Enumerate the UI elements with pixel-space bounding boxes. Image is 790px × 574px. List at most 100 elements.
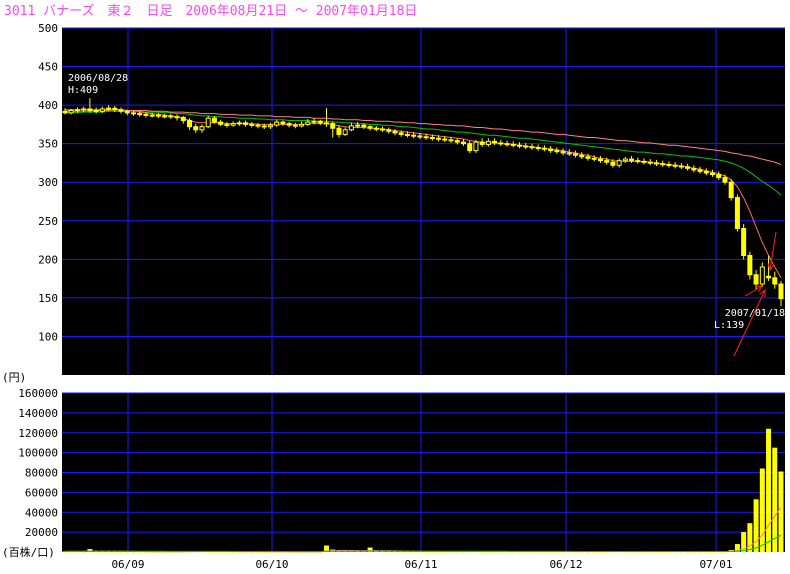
candle-body: [62, 110, 68, 114]
candle-body: [404, 133, 410, 136]
candle-body: [317, 120, 323, 124]
candle-body: [224, 123, 230, 126]
price-panel: 100 150 200 250 300 350 400 450 500 (円) 2006/08/28…: [2, 22, 785, 384]
volume-unit-label: (百株/口): [2, 545, 55, 559]
candle-body: [535, 147, 541, 150]
candle-body: [622, 158, 628, 162]
candle-body: [728, 181, 734, 199]
candle-body: [778, 283, 784, 300]
chart-title: 3011 バナーズ 東２ 日足 2006年08月21日 ～ 2007年01月18…: [4, 3, 417, 19]
candle-body: [81, 108, 87, 111]
volume-bar: [747, 523, 753, 552]
candle-body: [467, 143, 473, 152]
candle-body: [174, 116, 180, 119]
candle-body: [99, 108, 105, 112]
candle-body: [155, 114, 161, 117]
volume-bar: [766, 428, 772, 552]
candle-body: [280, 121, 286, 125]
candle-body: [143, 113, 149, 116]
candle-body: [286, 123, 292, 126]
candle-body: [716, 174, 722, 179]
candle-body: [230, 123, 236, 126]
candle-body: [554, 150, 560, 153]
candle-body: [660, 163, 666, 166]
candle-body: [361, 124, 367, 128]
candle-body: [112, 107, 118, 111]
candle-body: [149, 114, 155, 117]
volume-panel: 20000 40000 60000 80000 100000 120000 140000 16…: [2, 387, 785, 571]
candle-body: [261, 125, 267, 128]
volume-bar: [759, 468, 765, 552]
candle-body: [517, 144, 523, 147]
candle-body: [68, 110, 74, 114]
candle-body: [591, 157, 597, 160]
candle-body: [137, 113, 143, 116]
candle-body: [548, 148, 554, 152]
volume-tick-label: 40000: [25, 506, 58, 519]
price-tick-label: 400: [38, 99, 58, 112]
candle-body: [292, 124, 298, 127]
candle-body: [610, 161, 616, 166]
price-tick-label: 450: [38, 61, 58, 74]
candle-body: [236, 122, 242, 125]
candle-body: [417, 135, 423, 138]
high-date-annotation: 2006/08/28: [68, 73, 128, 84]
volume-tick-label: 120000: [18, 427, 58, 440]
candle-body: [741, 227, 747, 256]
candle-body: [342, 129, 348, 135]
x-tick-label: 06/10: [255, 558, 288, 571]
candle-body: [423, 136, 429, 139]
candle-body: [199, 126, 205, 131]
x-tick-label: 06/09: [111, 558, 144, 571]
candle-body: [93, 110, 99, 113]
chart-stage: 3011 バナーズ 東２ 日足 2006年08月21日 ～ 2007年01月18…: [0, 0, 790, 574]
candle-body: [504, 143, 510, 146]
candle-body: [498, 142, 504, 145]
candle-body: [205, 117, 211, 128]
candle-body: [355, 124, 361, 127]
candle-body: [130, 112, 136, 115]
candle-body: [255, 124, 261, 127]
candle-body: [753, 274, 759, 285]
candle-body: [759, 266, 765, 285]
price-tick-label: 300: [38, 176, 58, 189]
price-tick-label: 350: [38, 138, 58, 151]
candle-body: [635, 160, 641, 163]
candle-body: [305, 121, 311, 125]
stock-chart: 3011 バナーズ 東２ 日足 2006年08月21日 ～ 2007年01月18…: [2, 3, 785, 571]
price-tick-label: 250: [38, 215, 58, 228]
candle-body: [274, 121, 280, 126]
candle-body: [579, 154, 585, 158]
candle-body: [367, 126, 373, 129]
x-tick-label: 06/12: [549, 558, 582, 571]
candle-body: [573, 153, 579, 156]
volume-tick-label: 140000: [18, 407, 58, 420]
candle-body: [460, 141, 466, 145]
candle-body: [74, 109, 80, 112]
candle-body: [454, 140, 460, 143]
candle-body: [411, 134, 417, 137]
candle-body: [429, 136, 435, 139]
price-tick-label: 150: [38, 292, 58, 305]
volume-tick-label: 60000: [25, 486, 58, 499]
price-unit-label: (円): [2, 371, 26, 384]
candle-body: [666, 163, 672, 166]
candle-body: [678, 165, 684, 168]
candle-body: [734, 197, 740, 229]
price-tick-label: 500: [38, 22, 58, 35]
volume-tick-label: 80000: [25, 467, 58, 480]
candle-body: [641, 160, 647, 163]
low-value-annotation: L:139: [714, 320, 744, 331]
candle-body: [653, 162, 659, 165]
candle-body: [597, 158, 603, 162]
candle-body: [348, 125, 354, 131]
candle-body: [710, 172, 716, 176]
candle-body: [243, 122, 249, 125]
candle-body: [523, 145, 529, 148]
candle-body: [336, 127, 342, 135]
volume-bar: [772, 447, 778, 552]
price-plot-area: [62, 28, 785, 375]
candle-body: [386, 129, 392, 132]
candle-body: [373, 127, 379, 130]
candle-body: [330, 123, 336, 129]
